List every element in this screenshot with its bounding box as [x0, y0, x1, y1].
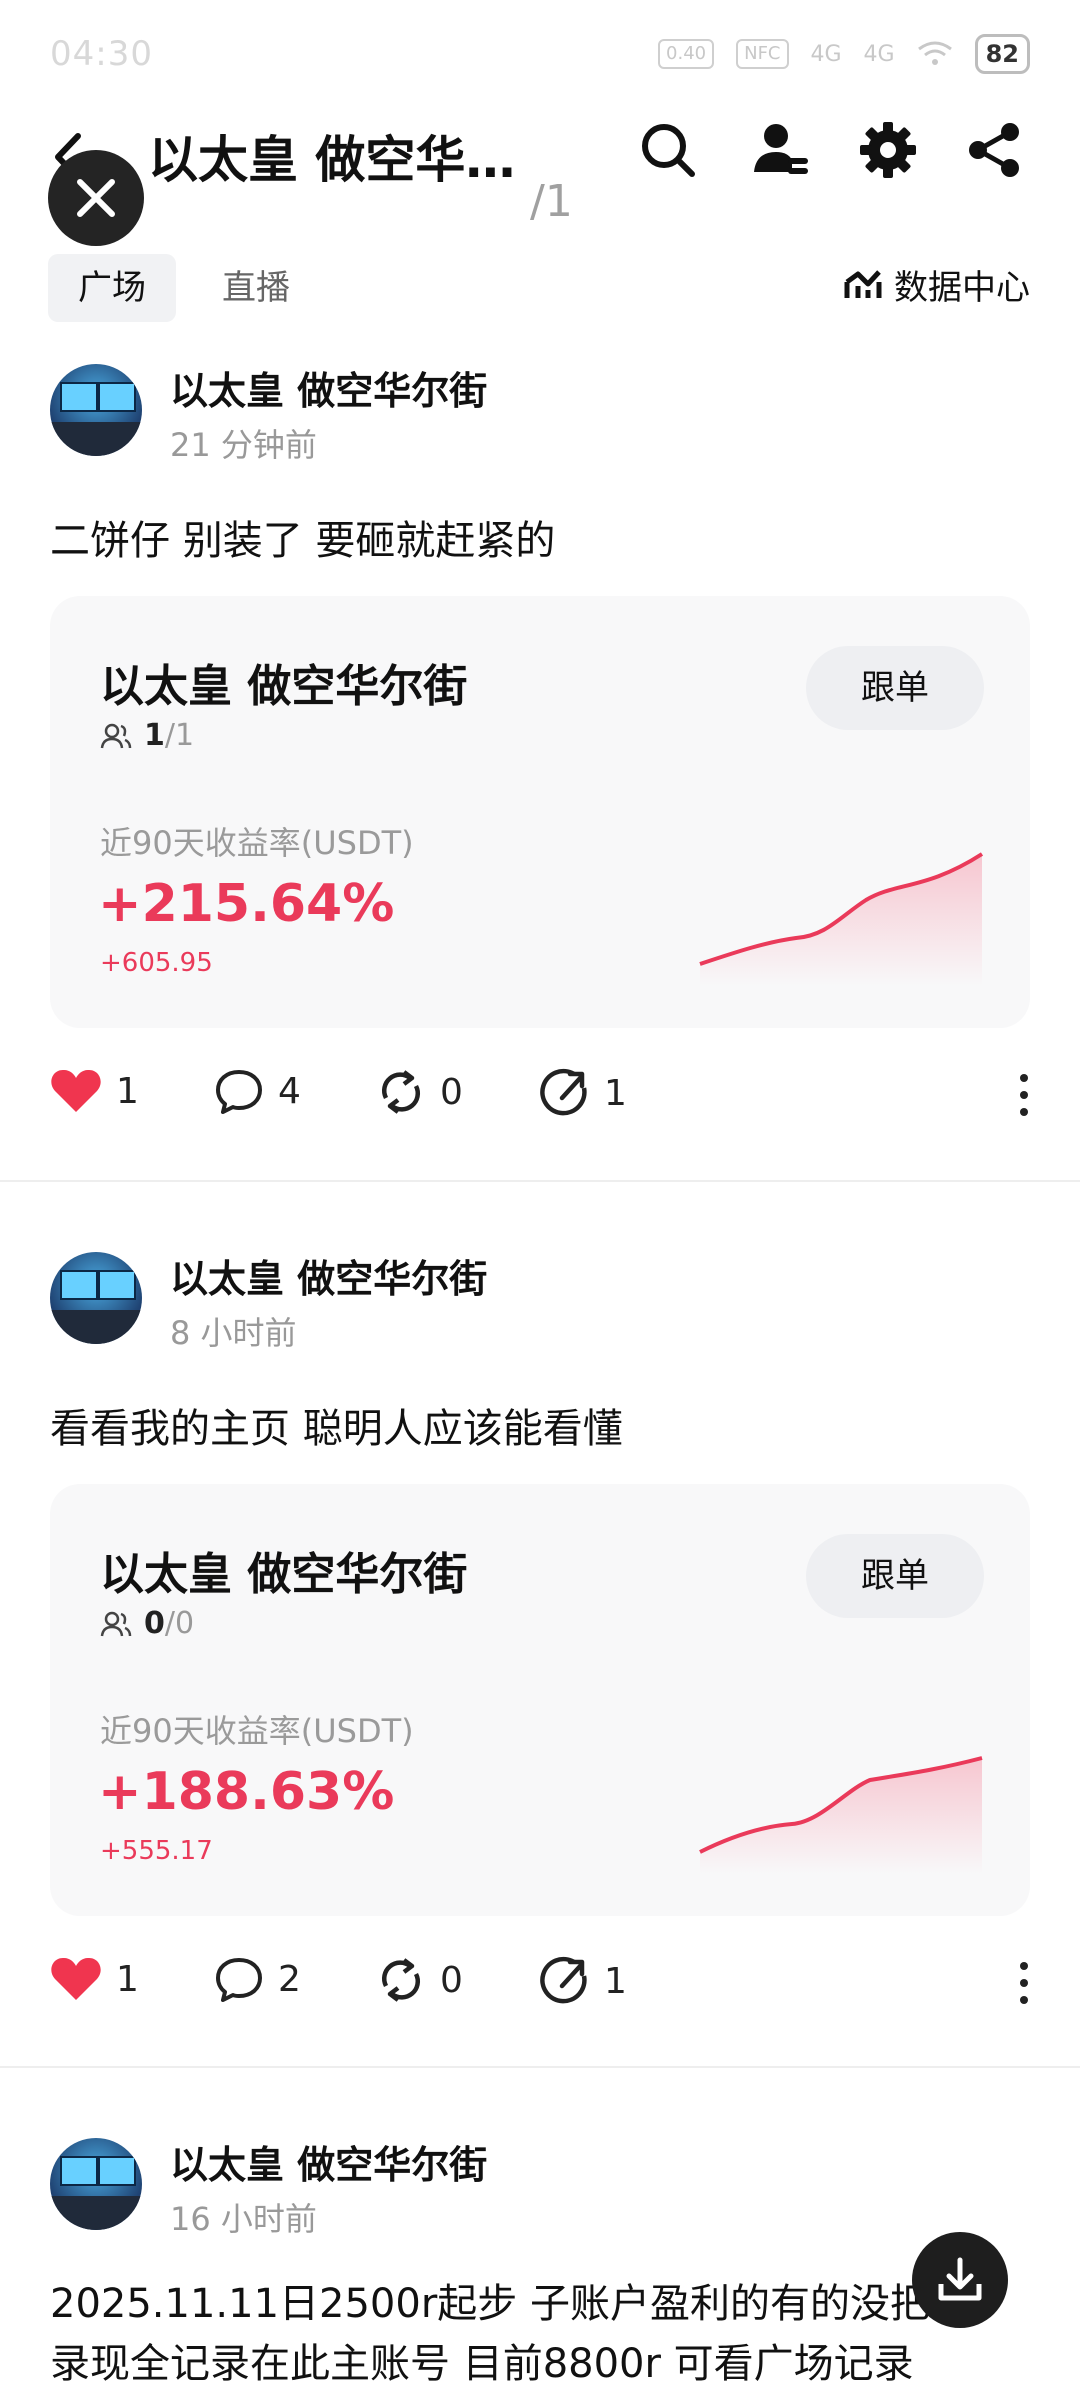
divider — [0, 2066, 1080, 2068]
roi-label: 近90天收益率(USDT) — [100, 824, 414, 862]
like-count: 1 — [116, 1958, 139, 2000]
followers-total: /1 — [164, 718, 195, 753]
close-icon — [77, 179, 115, 217]
post-time: 8 小时前 — [170, 1314, 297, 1352]
post-text-line: 录现全记录在此主账号 目前8800r 可看广场记录 — [50, 2341, 914, 2387]
copy-trade-button[interactable]: 跟单 — [806, 646, 984, 730]
user-profile-button[interactable] — [748, 118, 812, 182]
card-title: 以太皇 做空华尔街 — [100, 1549, 468, 1600]
repost-icon — [381, 1958, 421, 2002]
pnl-value: +605.95 — [100, 948, 213, 978]
download-button[interactable] — [912, 2232, 1008, 2328]
followers-total: /0 — [164, 1606, 195, 1641]
copy-trade-card[interactable]: 以太皇 做空华尔街 跟单 1/1 近90天收益率(USDT) +215.64% … — [50, 596, 1030, 1028]
roi-sparkline — [699, 852, 984, 986]
more-options-button[interactable] — [1020, 1074, 1028, 1116]
users-icon — [100, 1611, 132, 1636]
author-name[interactable]: 以太皇 做空华尔街 — [170, 1248, 487, 1303]
more-options-button[interactable] — [1020, 1962, 1028, 2004]
data-center-label: 数据中心 — [894, 268, 1030, 308]
gear-icon — [860, 122, 916, 178]
repost-button[interactable]: 0 — [376, 1956, 463, 2004]
avatar[interactable] — [50, 2138, 142, 2230]
roi-sparkline — [699, 1756, 983, 1874]
avatar[interactable] — [50, 364, 142, 456]
close-button[interactable] — [48, 150, 144, 246]
status-time: 04:30 — [50, 34, 153, 74]
repost-count: 0 — [440, 1071, 463, 1113]
comment-button[interactable]: 4 — [214, 1068, 301, 1114]
pnl-value: +555.17 — [100, 1836, 213, 1866]
settings-button[interactable] — [856, 118, 920, 182]
comment-button[interactable]: 2 — [214, 1956, 301, 2002]
post-text: 二饼仔 别装了 要砸就赶紧的 — [50, 518, 556, 564]
avatar[interactable] — [50, 1252, 142, 1344]
post-text-line: 2025.11.11日2500r起步 子账户盈利的有的没把 — [50, 2281, 930, 2327]
tab-live[interactable]: 直播 — [192, 254, 320, 322]
repost-icon — [381, 1070, 421, 1114]
nfc-icon: NFC — [736, 39, 789, 69]
comment-count: 2 — [278, 1958, 301, 2000]
share-count: 1 — [604, 1072, 627, 1114]
post-actions: 1 2 0 1 — [0, 1956, 1080, 2026]
status-icons: 0.40 NFC 4G 4G 82 — [658, 34, 1030, 74]
search-icon — [642, 124, 695, 177]
copy-trade-card[interactable]: 以太皇 做空华尔街 跟单 0/0 近90天收益率(USDT) +188.63% … — [50, 1484, 1030, 1916]
data-center-link[interactable]: 数据中心 — [844, 260, 1030, 309]
card-title: 以太皇 做空华尔街 — [100, 661, 468, 712]
comment-count: 4 — [278, 1070, 301, 1112]
share-arrow-icon — [540, 1068, 587, 1116]
search-button[interactable] — [636, 118, 700, 182]
tab-bar: 广场 直播 数据中心 — [0, 250, 1080, 325]
share-count: 1 — [604, 1960, 627, 2002]
followers-current: 1 — [144, 718, 165, 753]
post-text: 看看我的主页 聪明人应该能看懂 — [50, 1406, 623, 1452]
follower-count: 1/1 — [100, 718, 194, 753]
like-button[interactable]: 1 — [50, 1068, 139, 1114]
share-count-button[interactable]: 1 — [540, 1068, 627, 1118]
wifi-icon — [917, 41, 952, 65]
comment-icon — [216, 1070, 262, 1114]
repost-count: 0 — [440, 1959, 463, 2001]
page-title: 以太皇 做空华… — [148, 131, 516, 189]
followers-current: 0 — [144, 1606, 165, 1641]
user-icon — [754, 124, 808, 174]
post-actions: 1 4 0 1 — [0, 1068, 1080, 1138]
like-count: 1 — [116, 1070, 139, 1112]
repost-button[interactable]: 0 — [376, 1068, 463, 1116]
share-arrow-icon — [540, 1956, 587, 2004]
divider — [0, 1180, 1080, 1182]
top-app-bar: 以太皇 做空华… /1 — [0, 110, 1080, 250]
roi-value: +215.64% — [98, 874, 395, 934]
comment-icon — [216, 1958, 262, 2002]
follower-count: 0/0 — [100, 1606, 194, 1641]
like-button[interactable]: 1 — [50, 1956, 139, 2002]
roi-label: 近90天收益率(USDT) — [100, 1712, 414, 1750]
heart-icon — [51, 1069, 101, 1112]
page-indicator: /1 — [530, 176, 573, 227]
chart-icon — [844, 269, 882, 298]
share-button[interactable] — [962, 118, 1026, 182]
share-count-button[interactable]: 1 — [540, 1956, 627, 2006]
battery-indicator: 82 — [974, 34, 1030, 74]
signal-4g-icon-2: 4G — [863, 41, 895, 67]
status-bar: 04:30 0.40 NFC 4G 4G 82 — [0, 0, 1080, 110]
signal-4g-icon: 4G — [810, 41, 842, 67]
post-time: 21 分钟前 — [170, 426, 317, 464]
network-speed-indicator: 0.40 — [658, 39, 715, 69]
post-text: 2025.11.11日2500r起步 子账户盈利的有的没把 录现全记录在此主账号… — [50, 2274, 1030, 2394]
author-name[interactable]: 以太皇 做空华尔街 — [170, 360, 487, 415]
author-name[interactable]: 以太皇 做空华尔街 — [170, 2134, 487, 2189]
tab-square[interactable]: 广场 — [48, 254, 176, 322]
download-icon — [938, 2257, 982, 2301]
share-icon — [969, 123, 1019, 177]
users-icon — [100, 723, 132, 748]
roi-value: +188.63% — [98, 1762, 395, 1822]
heart-icon — [51, 1957, 101, 2000]
copy-trade-button[interactable]: 跟单 — [806, 1534, 984, 1618]
post-time: 16 小时前 — [170, 2200, 317, 2238]
